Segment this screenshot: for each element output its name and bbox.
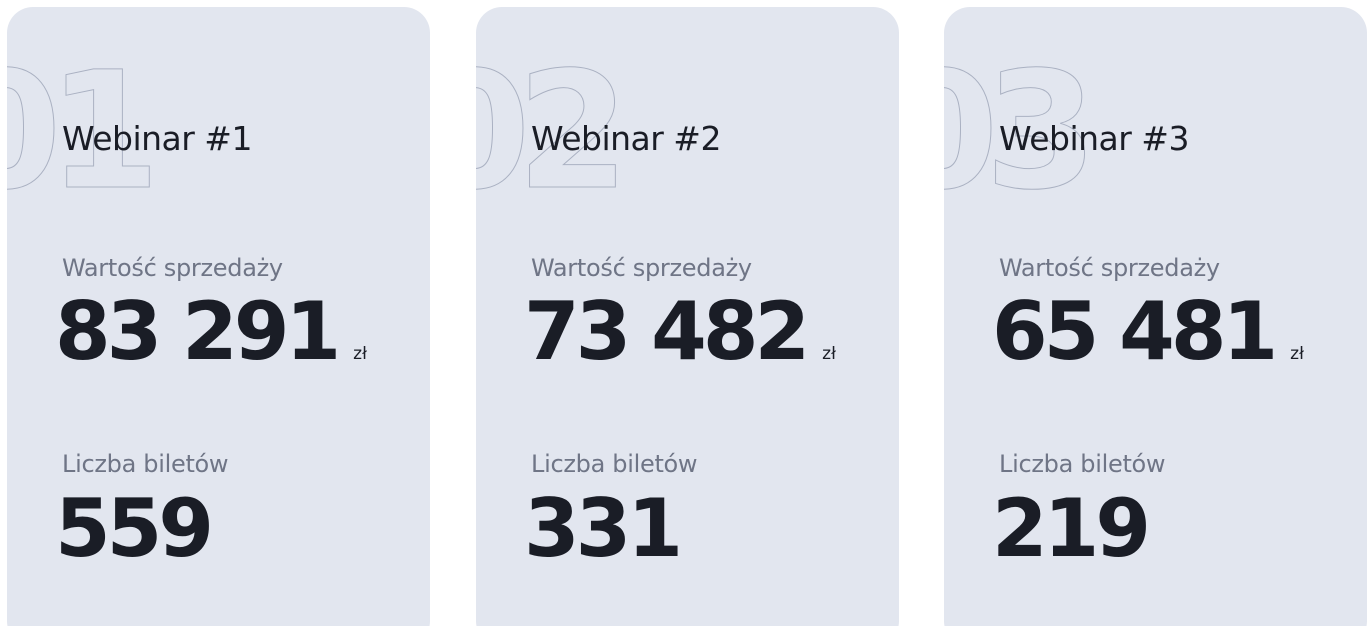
card-title: Webinar #1 [62, 119, 252, 158]
currency-label: zł [822, 344, 836, 364]
tickets-label: Liczba biletów [999, 450, 1166, 478]
sales-value: 83 291 [55, 285, 341, 378]
card-title: Webinar #3 [999, 119, 1189, 158]
tickets-label: Liczba biletów [62, 450, 229, 478]
currency-label: zł [353, 344, 367, 364]
tickets-value: 559 [55, 482, 214, 575]
currency-label: zł [1290, 344, 1304, 364]
sales-value: 65 481 [992, 285, 1278, 378]
sales-value-row: 73 482 zł [524, 292, 836, 372]
webinar-card-1: 01 Webinar #1 Wartość sprzedaży 83 291 z… [7, 7, 430, 626]
sales-label: Wartość sprzedaży [62, 254, 283, 282]
tickets-value: 331 [524, 482, 683, 575]
webinar-card-2: 02 Webinar #2 Wartość sprzedaży 73 482 z… [476, 7, 899, 626]
sales-value-row: 65 481 zł [992, 292, 1304, 372]
tickets-value: 219 [992, 482, 1151, 575]
sales-value: 73 482 [524, 285, 810, 378]
sales-value-row: 83 291 zł [55, 292, 367, 372]
card-title: Webinar #2 [531, 119, 721, 158]
sales-label: Wartość sprzedaży [531, 254, 752, 282]
tickets-label: Liczba biletów [531, 450, 698, 478]
webinar-card-3: 03 Webinar #3 Wartość sprzedaży 65 481 z… [944, 7, 1367, 626]
sales-label: Wartość sprzedaży [999, 254, 1220, 282]
